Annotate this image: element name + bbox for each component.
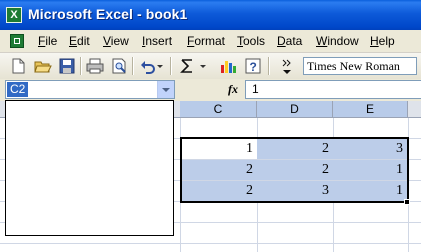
menu-view[interactable]: View: [103, 34, 129, 48]
cell-d2[interactable]: 2: [257, 139, 333, 159]
menu-tools[interactable]: Tools: [237, 34, 265, 48]
insert-function-icon[interactable]: fx: [228, 82, 238, 97]
help-icon[interactable]: ?: [244, 57, 262, 75]
menu-edit[interactable]: Edit: [69, 34, 90, 48]
column-header-e[interactable]: E: [333, 101, 408, 118]
excel-app-icon[interactable]: X: [6, 7, 22, 23]
cell-c3[interactable]: 2: [182, 160, 257, 180]
name-box-dropdown-list[interactable]: [5, 100, 174, 236]
chevron-down-icon[interactable]: [157, 81, 174, 98]
new-icon[interactable]: [9, 57, 27, 75]
menu-help[interactable]: Help: [370, 34, 395, 48]
formula-bar: C2 fx 1: [0, 79, 421, 101]
toolbar-options-icon[interactable]: [280, 57, 294, 75]
standard-toolbar: ? Times New Roman: [0, 53, 421, 80]
autosum-icon[interactable]: [178, 57, 208, 75]
cell-d3[interactable]: 2: [257, 160, 333, 180]
formula-input[interactable]: 1: [245, 80, 421, 99]
gridline: [408, 118, 409, 252]
menu-file[interactable]: File: [38, 34, 57, 48]
print-preview-icon[interactable]: [110, 57, 128, 75]
cell-e2[interactable]: 3: [333, 139, 407, 159]
workbook-icon[interactable]: [10, 34, 24, 48]
gridline: [180, 118, 181, 252]
gridline: [0, 243, 421, 244]
window-title: Microsoft Excel - book1: [28, 6, 188, 22]
cell-c2[interactable]: 1: [182, 139, 257, 159]
font-name-dropdown[interactable]: Times New Roman: [303, 57, 417, 75]
menu-window[interactable]: Window: [316, 34, 359, 48]
save-icon[interactable]: [58, 57, 76, 75]
svg-text:?: ?: [250, 60, 257, 74]
menu-format[interactable]: Format: [187, 34, 225, 48]
column-header-d[interactable]: D: [257, 101, 333, 118]
menu-data[interactable]: Data: [277, 34, 302, 48]
toolbar-separator: [80, 57, 82, 75]
chart-wizard-icon[interactable]: [219, 57, 237, 75]
cell-e4[interactable]: 1: [333, 181, 407, 201]
column-header-c[interactable]: C: [180, 101, 257, 118]
name-box-value[interactable]: C2: [7, 82, 29, 97]
name-box[interactable]: C2: [5, 80, 175, 99]
toolbar-separator: [170, 57, 172, 75]
toolbar-separator: [268, 57, 270, 75]
print-icon[interactable]: [86, 57, 104, 75]
fill-handle[interactable]: [404, 199, 410, 205]
menu-insert[interactable]: Insert: [142, 34, 172, 48]
menu-bar: File Edit View Insert Format Tools Data …: [0, 30, 421, 53]
title-bar[interactable]: X Microsoft Excel - book1: [0, 0, 421, 30]
cell-e3[interactable]: 1: [333, 160, 407, 180]
toolbar-separator: [132, 57, 134, 75]
undo-icon[interactable]: [139, 57, 165, 75]
open-icon[interactable]: [34, 57, 52, 75]
cell-d4[interactable]: 3: [257, 181, 333, 201]
cell-c4[interactable]: 2: [182, 181, 257, 201]
